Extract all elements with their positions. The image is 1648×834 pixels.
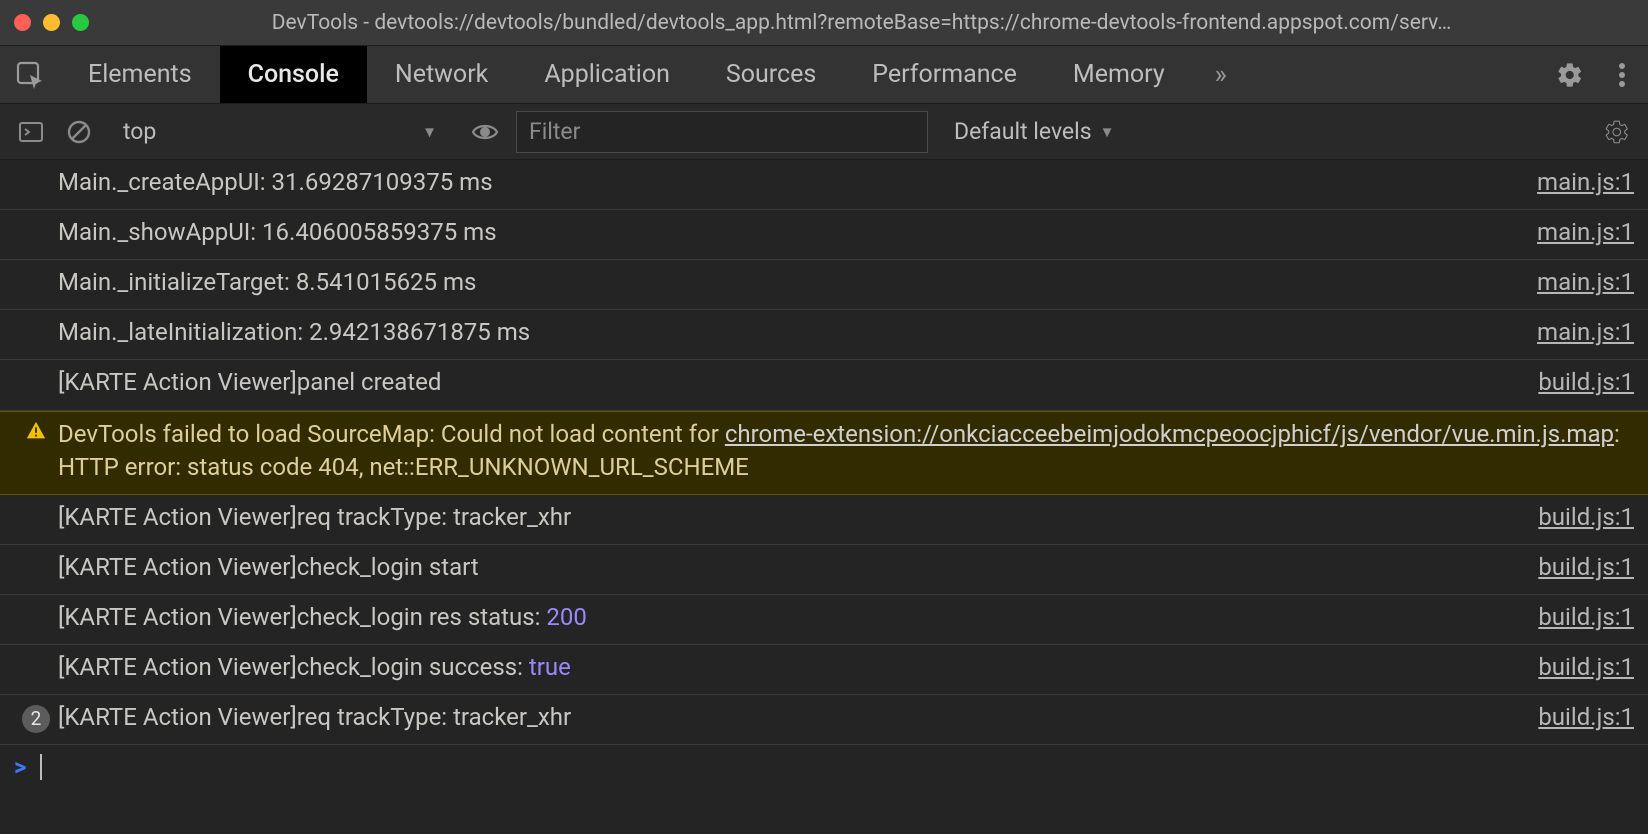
console-log-row[interactable]: Main._initializeTarget: 8.541015625 msma… <box>0 260 1648 310</box>
console-prompt[interactable]: > <box>0 745 1648 789</box>
tab-memory[interactable]: Memory <box>1045 46 1193 103</box>
maximize-window-button[interactable] <box>72 14 89 31</box>
log-message: Main._initializeTarget: 8.541015625 ms <box>58 266 1525 299</box>
minimize-window-button[interactable] <box>43 14 60 31</box>
settings-gear-icon[interactable] <box>1544 46 1596 103</box>
log-message: DevTools failed to load SourceMap: Could… <box>58 418 1634 484</box>
tab-elements[interactable]: Elements <box>60 46 220 103</box>
text-cursor <box>40 754 42 780</box>
console-log-row[interactable]: [KARTE Action Viewer]panel createdbuild.… <box>0 360 1648 410</box>
log-message: Main._showAppUI: 16.406005859375 ms <box>58 216 1525 249</box>
live-expression-eye-icon[interactable] <box>468 115 502 149</box>
more-menu-icon[interactable] <box>1596 46 1648 103</box>
source-link[interactable]: main.js:1 <box>1525 216 1634 249</box>
repeat-count-badge: 2 <box>14 701 58 733</box>
close-window-button[interactable] <box>14 14 31 31</box>
console-log-area[interactable]: Main._createAppUI: 31.69287109375 msmain… <box>0 160 1648 834</box>
chevron-down-icon: ▼ <box>422 123 437 141</box>
source-link[interactable]: main.js:1 <box>1525 316 1634 349</box>
execution-context-selector[interactable]: top ▼ <box>110 112 450 152</box>
log-message: [KARTE Action Viewer]check_login res sta… <box>58 601 1526 634</box>
console-log-row[interactable]: [KARTE Action Viewer]req trackType: trac… <box>0 495 1648 545</box>
console-log-row[interactable]: Main._createAppUI: 31.69287109375 msmain… <box>0 160 1648 210</box>
tab-console[interactable]: Console <box>220 46 367 103</box>
tab-performance[interactable]: Performance <box>844 46 1045 103</box>
console-settings-gear-icon[interactable] <box>1600 115 1634 149</box>
levels-label: Default levels <box>954 118 1092 145</box>
source-link[interactable]: build.js:1 <box>1526 701 1634 734</box>
tab-network[interactable]: Network <box>367 46 516 103</box>
toggle-console-sidebar-icon[interactable] <box>14 115 48 149</box>
window-title: DevTools - devtools://devtools/bundled/d… <box>89 11 1634 35</box>
filter-text[interactable] <box>529 118 915 145</box>
log-message: [KARTE Action Viewer]check_login success… <box>58 651 1526 684</box>
source-link[interactable]: main.js:1 <box>1525 166 1634 199</box>
source-link[interactable]: build.js:1 <box>1526 366 1634 399</box>
source-link[interactable]: build.js:1 <box>1526 501 1634 534</box>
log-message: Main._createAppUI: 31.69287109375 ms <box>58 166 1525 199</box>
source-link[interactable]: build.js:1 <box>1526 601 1634 634</box>
sourcemap-url[interactable]: chrome-extension://onkciacceebeimjodokmc… <box>725 420 1614 448</box>
tab-sources[interactable]: Sources <box>698 46 844 103</box>
log-message: [KARTE Action Viewer]panel created <box>58 366 1526 399</box>
source-link[interactable]: build.js:1 <box>1526 551 1634 584</box>
log-message: [KARTE Action Viewer]req trackType: trac… <box>58 701 1526 734</box>
log-message: [KARTE Action Viewer]req trackType: trac… <box>58 501 1526 534</box>
log-message: [KARTE Action Viewer]check_login start <box>58 551 1526 584</box>
chevron-down-icon: ▼ <box>1100 123 1115 141</box>
console-log-row[interactable]: Main._showAppUI: 16.406005859375 msmain.… <box>0 210 1648 260</box>
traffic-lights <box>14 14 89 31</box>
console-log-row[interactable]: [KARTE Action Viewer]check_login success… <box>0 645 1648 695</box>
clear-console-icon[interactable] <box>62 115 96 149</box>
filter-input[interactable] <box>516 111 928 153</box>
tab-application[interactable]: Application <box>516 46 698 103</box>
console-log-row[interactable]: 2[KARTE Action Viewer]req trackType: tra… <box>0 695 1648 745</box>
panel-tabs: ElementsConsoleNetworkApplicationSources… <box>0 46 1648 104</box>
console-log-row[interactable]: [KARTE Action Viewer]check_login res sta… <box>0 595 1648 645</box>
console-warning-row[interactable]: DevTools failed to load SourceMap: Could… <box>0 411 1648 495</box>
warning-icon <box>14 418 58 442</box>
log-levels-selector[interactable]: Default levels ▼ <box>942 118 1126 145</box>
prompt-caret-icon: > <box>14 753 26 781</box>
source-link[interactable]: build.js:1 <box>1526 651 1634 684</box>
source-link[interactable]: main.js:1 <box>1525 266 1634 299</box>
log-message: Main._lateInitialization: 2.942138671875… <box>58 316 1525 349</box>
window-titlebar: DevTools - devtools://devtools/bundled/d… <box>0 0 1648 46</box>
console-log-row[interactable]: Main._lateInitialization: 2.942138671875… <box>0 310 1648 360</box>
console-log-row[interactable]: [KARTE Action Viewer]check_login startbu… <box>0 545 1648 595</box>
console-toolbar: top ▼ Default levels ▼ <box>0 104 1648 160</box>
context-label: top <box>123 118 156 145</box>
inspect-element-icon[interactable] <box>0 46 60 103</box>
tabs-overflow-button[interactable]: » <box>1193 46 1249 103</box>
